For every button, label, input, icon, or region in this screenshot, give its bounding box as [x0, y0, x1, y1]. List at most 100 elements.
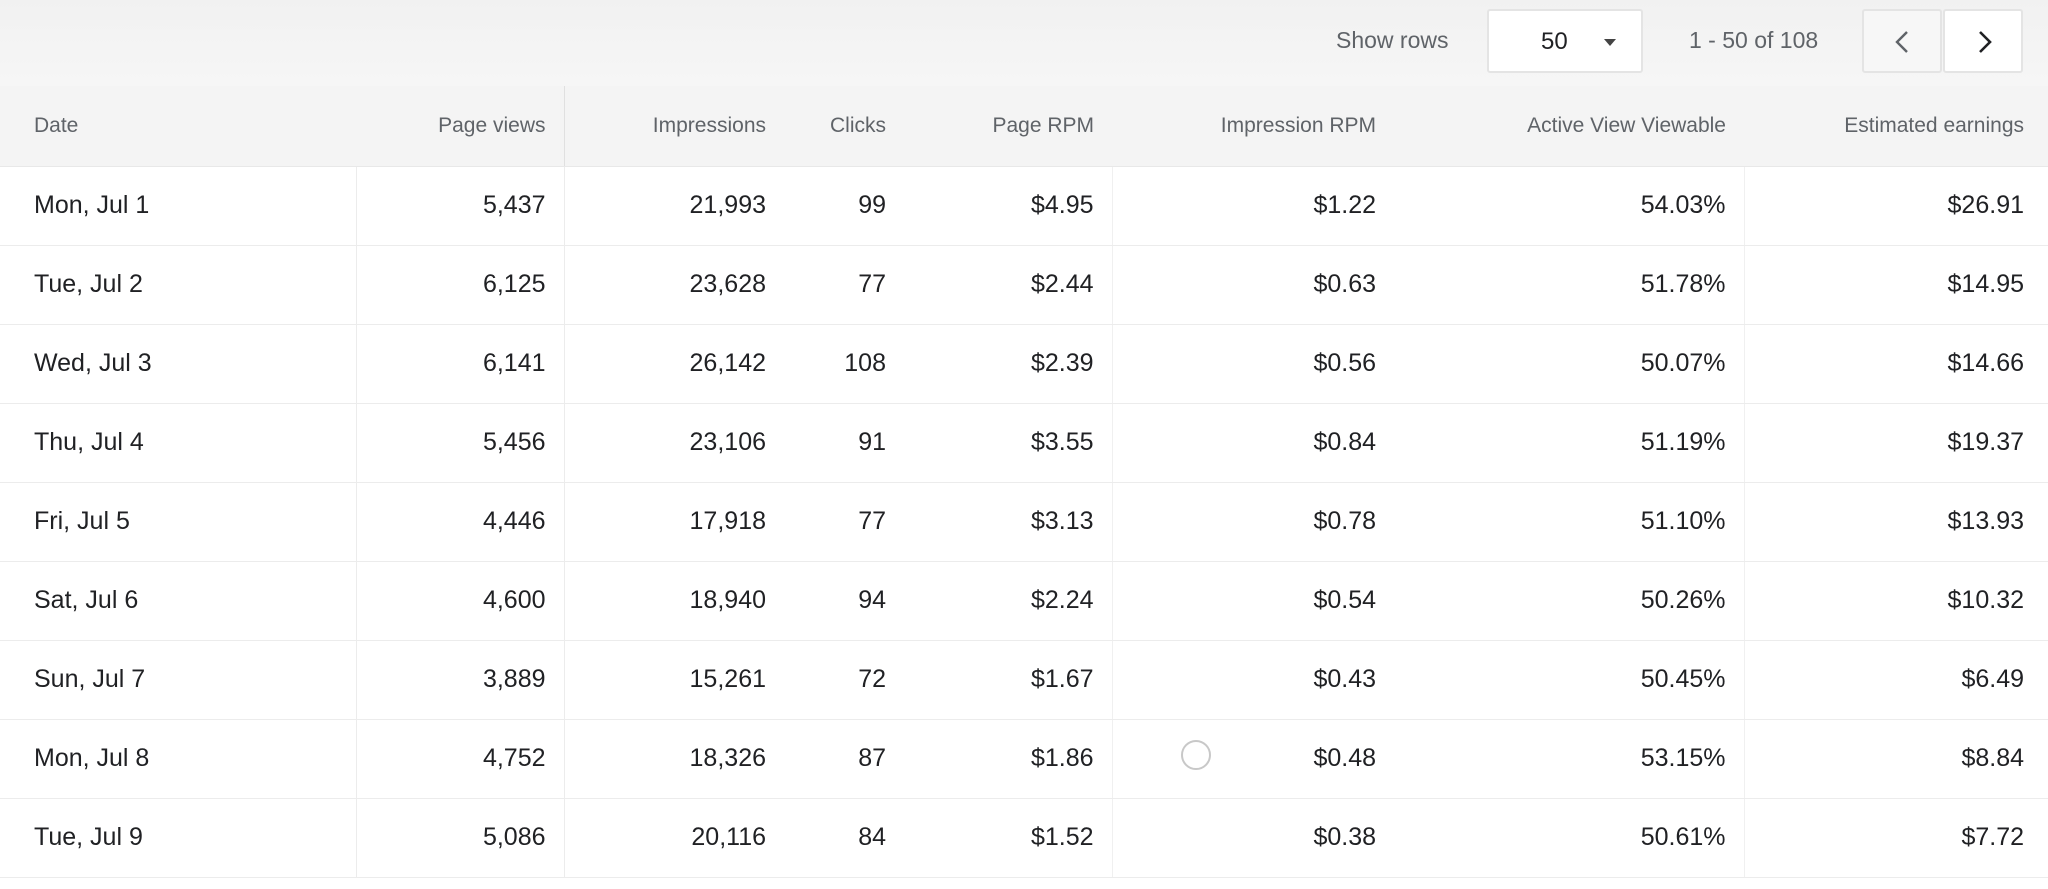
cell-page-rpm: $1.52	[904, 798, 1113, 878]
table-header-row: Date Page views Impressions Clicks Page …	[0, 86, 2048, 167]
cell-clicks: 72	[784, 640, 904, 720]
cell-page-rpm: $2.24	[904, 561, 1113, 641]
previous-page-button[interactable]	[1862, 9, 1942, 73]
cell-clicks: 91	[784, 403, 904, 483]
report-screen: Show rows 50 1 - 50 of 108 Date Page vie…	[0, 0, 2048, 889]
cell-clicks: 99	[784, 166, 904, 246]
chevron-left-icon	[1895, 31, 1908, 53]
cell-impressions: 18,940	[564, 561, 784, 641]
cell-impressions: 23,628	[564, 245, 784, 325]
cell-date: Thu, Jul 4	[0, 403, 357, 483]
cell-impressions: 21,993	[564, 166, 784, 246]
cell-page-rpm: $1.86	[904, 719, 1113, 799]
column-header-estimated-earnings[interactable]: Estimated earnings	[1744, 86, 2048, 167]
cell-page-views: 4,446	[356, 482, 565, 562]
cell-impression-rpm: $0.56	[1112, 324, 1394, 404]
table-row: Thu, Jul 4 5,456 23,106 91 $3.55 $0.84 5…	[0, 403, 2048, 483]
next-page-button[interactable]	[1943, 9, 2023, 73]
report-table: Date Page views Impressions Clicks Page …	[0, 86, 2048, 878]
cell-page-rpm: $3.13	[904, 482, 1113, 562]
cell-page-rpm: $4.95	[904, 166, 1113, 246]
column-header-impression-rpm[interactable]: Impression RPM	[1112, 86, 1394, 167]
cell-impressions: 26,142	[564, 324, 784, 404]
cell-impression-rpm: $0.43	[1112, 640, 1394, 720]
cell-date: Sat, Jul 6	[0, 561, 357, 641]
pagination-toolbar: Show rows 50 1 - 50 of 108	[0, 0, 2048, 86]
cell-clicks: 87	[784, 719, 904, 799]
cell-date: Wed, Jul 3	[0, 324, 357, 404]
cell-date: Sun, Jul 7	[0, 640, 357, 720]
cell-estimated-earnings: $14.95	[1744, 245, 2048, 325]
cell-impressions: 18,326	[564, 719, 784, 799]
cell-impressions: 23,106	[564, 403, 784, 483]
cell-date: Tue, Jul 2	[0, 245, 357, 325]
cell-page-rpm: $3.55	[904, 403, 1113, 483]
cell-active-view-viewable: 51.78%	[1394, 245, 1745, 325]
cell-page-rpm: $2.44	[904, 245, 1113, 325]
cell-page-views: 5,456	[356, 403, 565, 483]
cell-page-views: 3,889	[356, 640, 565, 720]
cell-page-views: 6,141	[356, 324, 565, 404]
rows-per-page-select[interactable]: 50	[1487, 9, 1643, 73]
cell-clicks: 94	[784, 561, 904, 641]
column-header-clicks[interactable]: Clicks	[784, 86, 904, 167]
table-row: Sat, Jul 6 4,600 18,940 94 $2.24 $0.54 5…	[0, 561, 2048, 641]
cell-estimated-earnings: $19.37	[1744, 403, 2048, 483]
table-row: Sun, Jul 7 3,889 15,261 72 $1.67 $0.43 5…	[0, 640, 2048, 720]
cell-active-view-viewable: 50.26%	[1394, 561, 1745, 641]
cell-page-views: 4,752	[356, 719, 565, 799]
table-row: Tue, Jul 2 6,125 23,628 77 $2.44 $0.63 5…	[0, 245, 2048, 325]
column-header-date[interactable]: Date	[0, 86, 356, 167]
cell-estimated-earnings: $8.84	[1744, 719, 2048, 799]
cell-impressions: 17,918	[564, 482, 784, 562]
table-row: Wed, Jul 3 6,141 26,142 108 $2.39 $0.56 …	[0, 324, 2048, 404]
column-header-page-rpm[interactable]: Page RPM	[904, 86, 1112, 167]
cell-impression-rpm: $0.38	[1112, 798, 1394, 878]
cell-impression-rpm: $0.63	[1112, 245, 1394, 325]
cell-impressions: 15,261	[564, 640, 784, 720]
column-header-impressions[interactable]: Impressions	[564, 86, 784, 167]
cell-date: Mon, Jul 1	[0, 166, 357, 246]
cell-active-view-viewable: 51.10%	[1394, 482, 1745, 562]
cell-impression-rpm: $0.54	[1112, 561, 1394, 641]
cell-impression-rpm: $0.84	[1112, 403, 1394, 483]
cell-page-views: 6,125	[356, 245, 565, 325]
cell-impression-rpm-value: $0.48	[1313, 744, 1376, 772]
cell-estimated-earnings: $10.32	[1744, 561, 2048, 641]
cell-estimated-earnings: $26.91	[1744, 166, 2048, 246]
cell-page-views: 5,437	[356, 166, 565, 246]
cell-estimated-earnings: $7.72	[1744, 798, 2048, 878]
cell-page-rpm: $1.67	[904, 640, 1113, 720]
cell-estimated-earnings: $6.49	[1744, 640, 2048, 720]
cell-active-view-viewable: 50.45%	[1394, 640, 1745, 720]
cursor-indicator	[1180, 739, 1211, 770]
pagination-range: 1 - 50 of 108	[1689, 27, 1819, 53]
cell-page-views: 5,086	[356, 798, 565, 878]
cell-page-views: 4,600	[356, 561, 565, 641]
cell-impression-rpm: $1.22	[1112, 166, 1394, 246]
cell-date: Fri, Jul 5	[0, 482, 357, 562]
cell-clicks: 108	[784, 324, 904, 404]
cell-page-rpm: $2.39	[904, 324, 1113, 404]
cell-active-view-viewable: 53.15%	[1394, 719, 1745, 799]
cell-estimated-earnings: $13.93	[1744, 482, 2048, 562]
chevron-right-icon	[1979, 31, 1992, 53]
cell-clicks: 77	[784, 482, 904, 562]
column-header-page-views[interactable]: Page views	[356, 86, 565, 167]
column-header-active-view-viewable[interactable]: Active View Viewable	[1394, 86, 1744, 167]
caret-down-icon	[1604, 39, 1616, 46]
table-row: Fri, Jul 5 4,446 17,918 77 $3.13 $0.78 5…	[0, 482, 2048, 562]
cell-active-view-viewable: 51.19%	[1394, 403, 1745, 483]
cell-impression-rpm: $0.48	[1112, 719, 1394, 799]
cell-active-view-viewable: 50.07%	[1394, 324, 1745, 404]
cell-impression-rpm: $0.78	[1112, 482, 1394, 562]
cell-impressions: 20,116	[564, 798, 784, 878]
cell-date: Tue, Jul 9	[0, 798, 357, 878]
table-row: Mon, Jul 8 4,752 18,326 87 $1.86 $0.48 5…	[0, 719, 2048, 799]
cell-estimated-earnings: $14.66	[1744, 324, 2048, 404]
table-row: Tue, Jul 9 5,086 20,116 84 $1.52 $0.38 5…	[0, 798, 2048, 878]
cell-clicks: 77	[784, 245, 904, 325]
cell-clicks: 84	[784, 798, 904, 878]
show-rows-label: Show rows	[1336, 27, 1449, 53]
table-row: Mon, Jul 1 5,437 21,993 99 $4.95 $1.22 5…	[0, 166, 2048, 246]
